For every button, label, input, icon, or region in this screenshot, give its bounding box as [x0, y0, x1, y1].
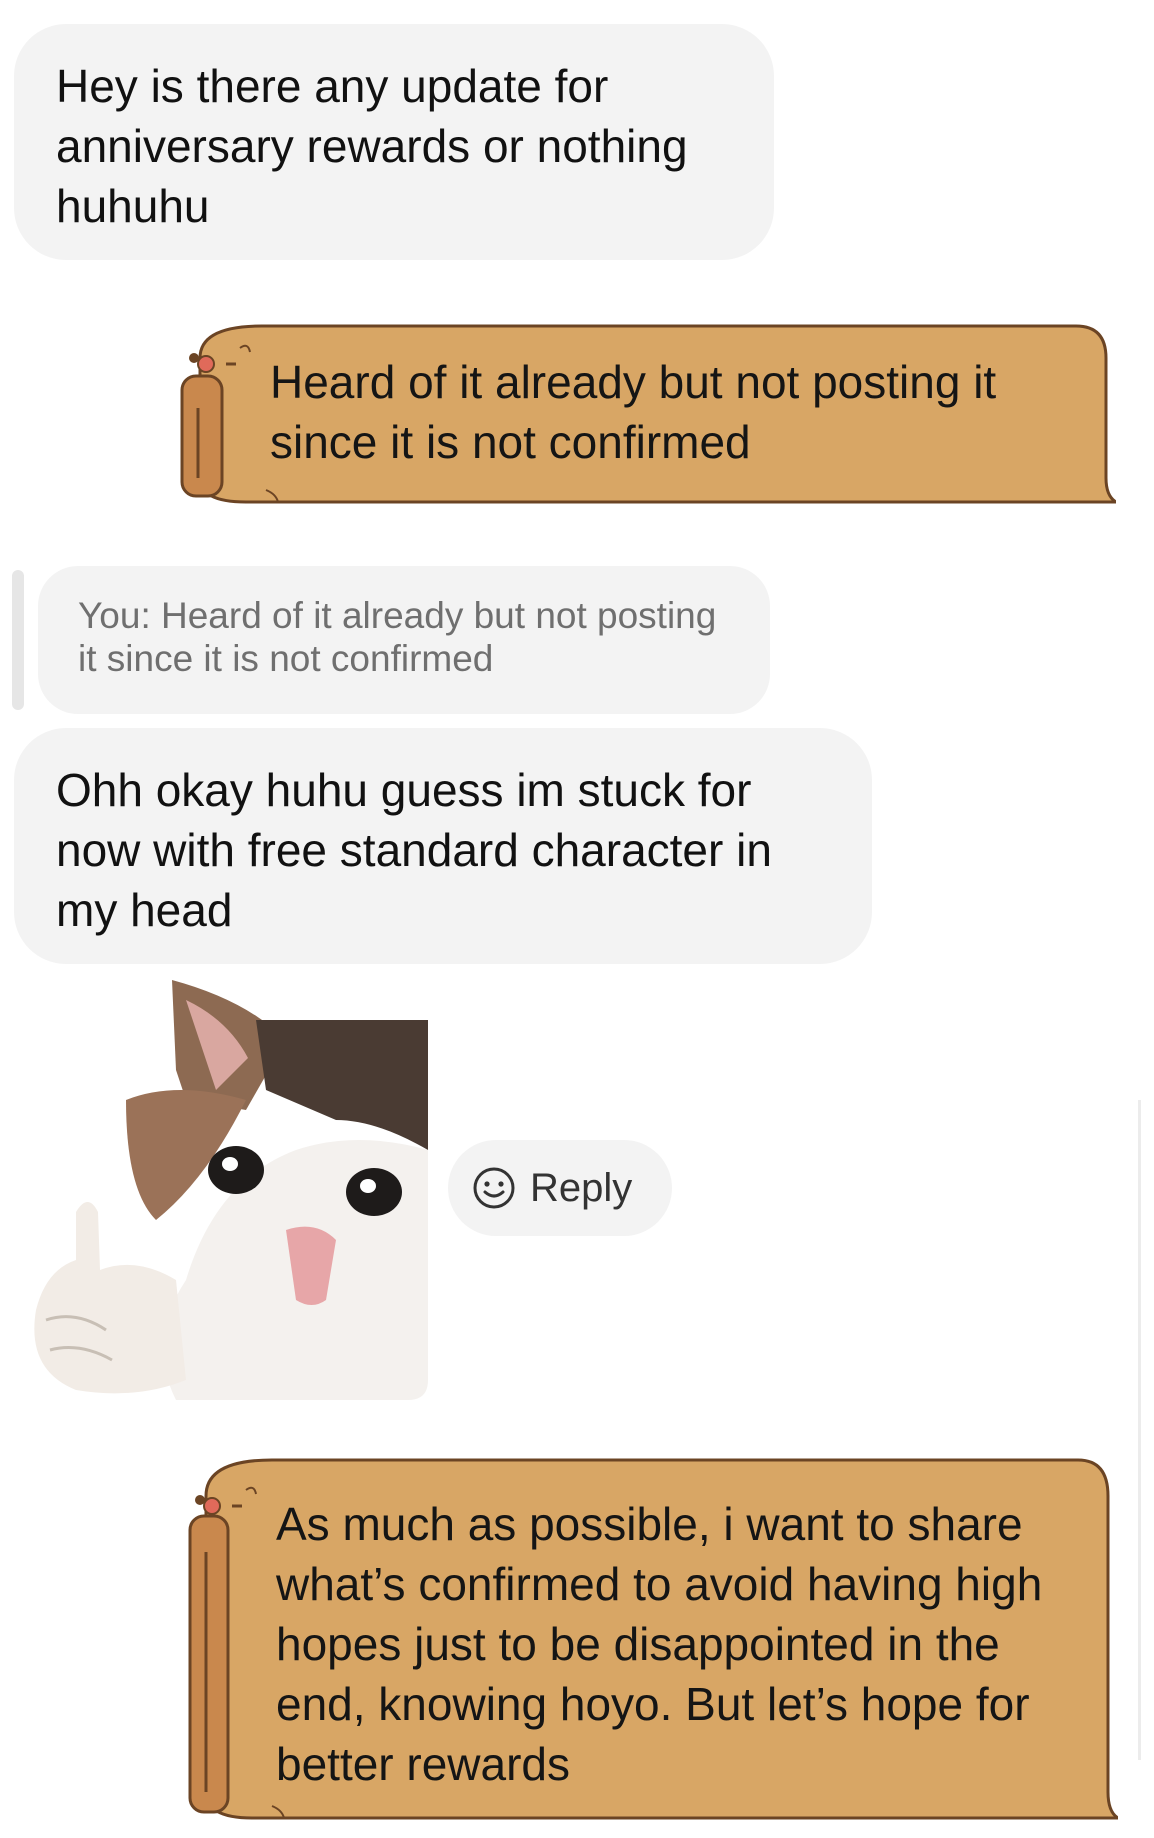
message-text: As much as possible, i want to share wha…	[276, 1498, 1043, 1790]
message-text: Ohh okay huhu guess im stuck for now wit…	[56, 764, 772, 936]
smiley-icon	[473, 1167, 515, 1209]
reply-button[interactable]: Reply	[448, 1140, 672, 1236]
cat-sticker[interactable]	[16, 980, 436, 1400]
quoted-text: You: Heard of it already but not posting…	[78, 595, 717, 679]
message-text: Hey is there any update for anniversary …	[56, 60, 688, 232]
incoming-message[interactable]: Hey is there any update for anniversary …	[14, 24, 774, 260]
outgoing-message[interactable]: Heard of it already but not posting it s…	[176, 318, 1116, 508]
quote-indicator	[12, 570, 24, 710]
incoming-message[interactable]: Ohh okay huhu guess im stuck for now wit…	[14, 728, 872, 964]
quoted-message[interactable]: You: Heard of it already but not posting…	[38, 566, 770, 714]
message-text: Heard of it already but not posting it s…	[270, 356, 997, 468]
scrollbar-track[interactable]	[1138, 1100, 1141, 1760]
reply-label: Reply	[530, 1165, 633, 1210]
crying-cat-thumbs-up-icon	[26, 980, 428, 1400]
outgoing-message[interactable]: As much as possible, i want to share wha…	[182, 1452, 1118, 1824]
